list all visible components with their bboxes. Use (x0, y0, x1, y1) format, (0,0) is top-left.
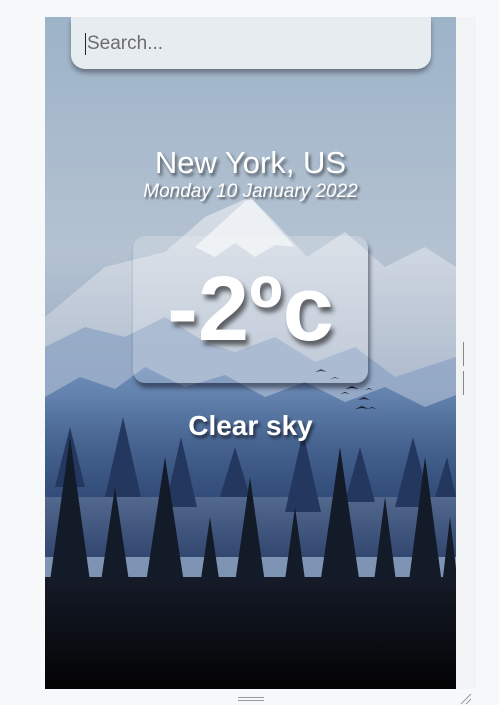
search-bar (71, 17, 431, 69)
resize-handle-vertical-icon[interactable] (463, 342, 468, 395)
resize-corner-icon[interactable] (459, 692, 472, 705)
weather-condition: Clear sky (188, 410, 313, 441)
current-date: Monday 10 January 2022 (143, 181, 358, 202)
text-caret (85, 33, 86, 55)
resize-handle-horizontal-icon[interactable] (238, 697, 264, 702)
temperature-value: -2ºc (167, 258, 334, 360)
temperature-card: -2ºc (133, 236, 368, 383)
location-name: New York, US (154, 145, 347, 180)
weather-app-viewport: New York, US Monday 10 January 2022 -2ºc… (45, 17, 456, 689)
search-input[interactable] (85, 27, 419, 61)
